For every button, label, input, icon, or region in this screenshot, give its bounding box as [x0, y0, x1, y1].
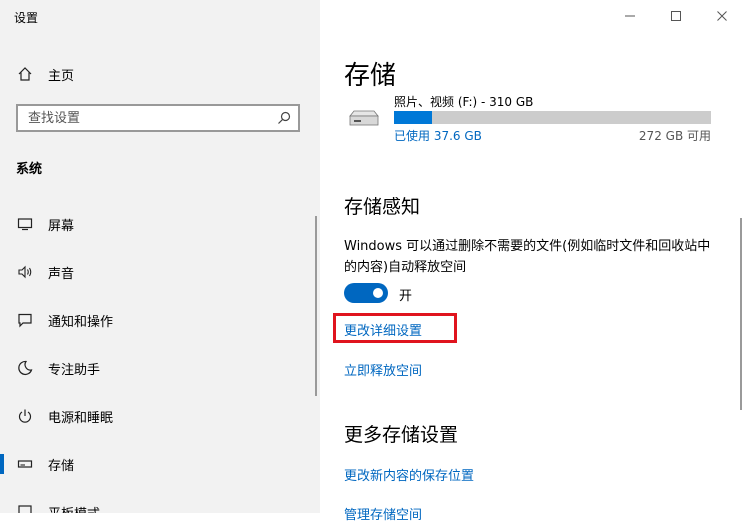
app-title: 设置	[14, 11, 39, 25]
free-space-now-link[interactable]: 立即释放空间	[344, 360, 422, 379]
sidebar-item-focus-assist[interactable]: 专注助手	[0, 344, 320, 392]
search-box[interactable]	[16, 104, 300, 132]
sidebar-item-label: 电源和睡眠	[48, 410, 114, 426]
drive-usage-bar	[394, 111, 711, 124]
drive-icon	[346, 106, 382, 130]
sidebar-item-notifications[interactable]: 通知和操作	[0, 296, 320, 344]
sidebar-item-tablet-mode[interactable]: 平板模式	[0, 488, 320, 513]
main-content: 存储 照片、视频 (F:) - 310 GB 已使用 37.6 GB 272 G…	[320, 0, 745, 523]
sidebar-item-label: 存储	[48, 458, 75, 474]
notification-icon	[16, 311, 34, 329]
selected-indicator	[0, 454, 4, 474]
minimize-icon	[625, 15, 635, 17]
change-save-location-link[interactable]: 更改新内容的保存位置	[344, 465, 474, 484]
home-nav-item[interactable]: 主页	[0, 60, 320, 88]
tablet-icon	[16, 503, 34, 513]
sidebar-item-storage[interactable]: 存储	[0, 440, 320, 488]
close-icon	[717, 11, 727, 21]
sidebar-item-power-sleep[interactable]: 电源和睡眠	[0, 392, 320, 440]
sidebar-item-label: 声音	[48, 266, 75, 282]
free-space-label: 272 GB 可用	[638, 129, 711, 143]
home-icon	[16, 65, 34, 83]
maximize-button[interactable]	[664, 6, 688, 26]
moon-icon	[16, 359, 34, 377]
content-scrollbar[interactable]	[740, 218, 742, 410]
sidebar-item-label: 通知和操作	[48, 314, 114, 330]
power-icon	[16, 407, 34, 425]
search-input[interactable]	[18, 106, 268, 130]
storage-icon	[16, 455, 34, 473]
close-button[interactable]	[710, 6, 734, 26]
sidebar-nav: 屏幕 声音 通知和操作 专注助手 电源和睡眠 存储	[0, 200, 320, 513]
sidebar-item-label: 专注助手	[48, 362, 101, 378]
section-title: 系统	[16, 162, 43, 177]
storage-sense-description: Windows 可以通过删除不需要的文件(例如临时文件和回收站中的内容)自动释放…	[344, 239, 711, 275]
display-icon	[16, 215, 34, 233]
toggle-knob	[373, 288, 383, 298]
manage-storage-link[interactable]: 管理存储空间	[344, 504, 422, 523]
sidebar-scrollbar[interactable]	[315, 216, 317, 396]
sidebar-item-sound[interactable]: 声音	[0, 248, 320, 296]
sidebar-item-display[interactable]: 屏幕	[0, 200, 320, 248]
drive-usage-fill	[394, 111, 433, 124]
page-title: 存储	[344, 61, 397, 91]
sidebar-item-label: 屏幕	[48, 218, 75, 234]
home-label: 主页	[48, 68, 75, 84]
toggle-state-label: 开	[399, 289, 413, 304]
change-settings-link[interactable]: 更改详细设置	[344, 320, 422, 339]
maximize-icon	[671, 11, 681, 21]
more-settings-heading: 更多存储设置	[344, 424, 459, 446]
used-space-label: 已使用 37.6 GB	[394, 129, 482, 143]
sidebar-item-label: 平板模式	[48, 503, 100, 514]
drive-name: 照片、视频 (F:) - 310 GB	[394, 95, 534, 109]
search-icon[interactable]	[276, 110, 292, 126]
storage-sense-heading: 存储感知	[344, 196, 421, 218]
speaker-icon	[16, 263, 34, 281]
minimize-button[interactable]	[618, 6, 642, 26]
storage-sense-toggle[interactable]	[344, 283, 388, 303]
sidebar: 设置 主页 系统 屏幕 声音 通知和操作	[0, 0, 320, 513]
